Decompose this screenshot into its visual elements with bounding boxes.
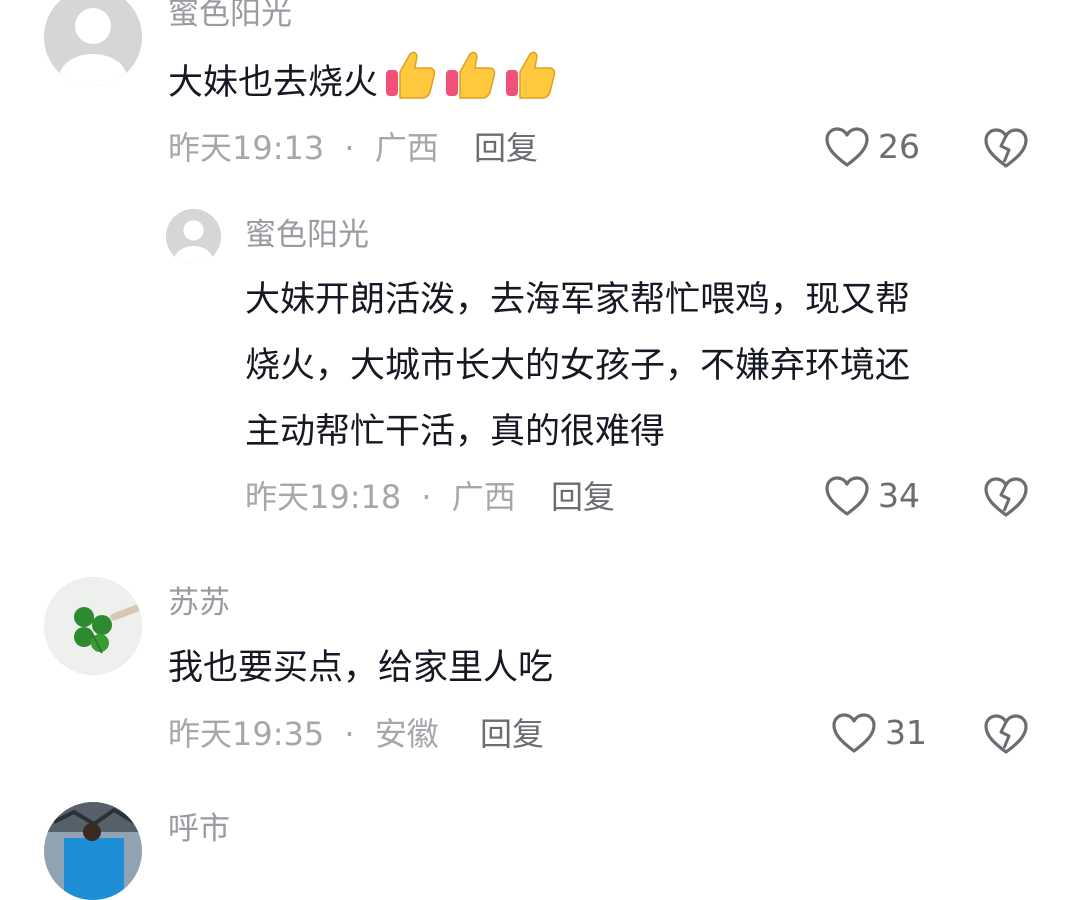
like-button[interactable]: 26 [824, 126, 920, 168]
comment-time: 昨天19:13 [168, 129, 325, 167]
like-button[interactable]: 31 [831, 712, 927, 754]
reply-time: 昨天19:18 [245, 478, 402, 516]
reply-username[interactable]: 蜜色阳光 [245, 215, 369, 255]
reply-button[interactable]: 回复 [551, 477, 615, 517]
heart-outline-icon [832, 713, 876, 753]
reply-text-line: 烧火，大城市长大的女孩子，不嫌弃环境还 [245, 346, 911, 386]
comment-location: 广西 [374, 129, 439, 167]
comment-location: 安徽 [374, 715, 439, 753]
dislike-button[interactable] [983, 126, 1029, 174]
reply-text-line: 主动帮忙干活，真的很难得 [245, 412, 666, 452]
like-button[interactable]: 34 [824, 475, 920, 517]
avatar[interactable] [166, 209, 221, 264]
reply-text: 大妹开朗活泼，去海军家帮忙喂鸡，现又帮 烧火，大城市长大的女孩子，不嫌弃环境还 … [245, 267, 1045, 465]
default-avatar-icon [44, 0, 142, 86]
avatar[interactable] [44, 802, 142, 900]
comment-text: 大妹也去烧火 [168, 46, 558, 124]
meta-separator: · [344, 715, 355, 753]
comment-username[interactable]: 蜜色阳光 [168, 0, 292, 34]
reply-text-line: 大妹开朗活泼，去海军家帮忙喂鸡，现又帮 [245, 280, 911, 320]
comment-username[interactable]: 呼市 [168, 809, 230, 849]
like-count: 34 [878, 476, 920, 515]
broken-heart-icon [984, 128, 1028, 168]
comment-username[interactable]: 苏苏 [168, 583, 230, 623]
heart-outline-icon [825, 127, 869, 167]
default-avatar-icon [166, 209, 221, 264]
reply-button[interactable]: 回复 [480, 714, 544, 754]
reply-button[interactable]: 回复 [474, 128, 538, 168]
like-count: 31 [885, 713, 927, 752]
heart-outline-icon [825, 476, 869, 516]
meta-separator: · [344, 129, 355, 167]
comment-meta: 昨天19:35 · 安徽 [168, 714, 439, 754]
broken-heart-icon [984, 714, 1028, 754]
clover-avatar-icon [44, 577, 142, 675]
thumbs-up-emoji [382, 46, 438, 124]
thumbs-up-emoji [502, 46, 558, 124]
comment-time: 昨天19:35 [168, 715, 325, 753]
avatar[interactable] [44, 0, 142, 86]
dislike-button[interactable] [983, 475, 1029, 523]
comment-meta: 昨天19:13 · 广西 [168, 128, 439, 168]
thumbs-up-emoji [442, 46, 498, 124]
comment-text: 我也要买点，给家里人吃 [168, 648, 554, 688]
photo-avatar-icon [44, 802, 142, 900]
reply-meta: 昨天19:18 · 广西 [245, 477, 516, 517]
meta-separator: · [421, 478, 432, 516]
broken-heart-icon [984, 477, 1028, 517]
dislike-button[interactable] [983, 712, 1029, 760]
avatar[interactable] [44, 577, 142, 675]
comment-text-body: 大妹也去烧火 [168, 63, 379, 103]
reply-location: 广西 [451, 478, 516, 516]
like-count: 26 [878, 127, 920, 166]
